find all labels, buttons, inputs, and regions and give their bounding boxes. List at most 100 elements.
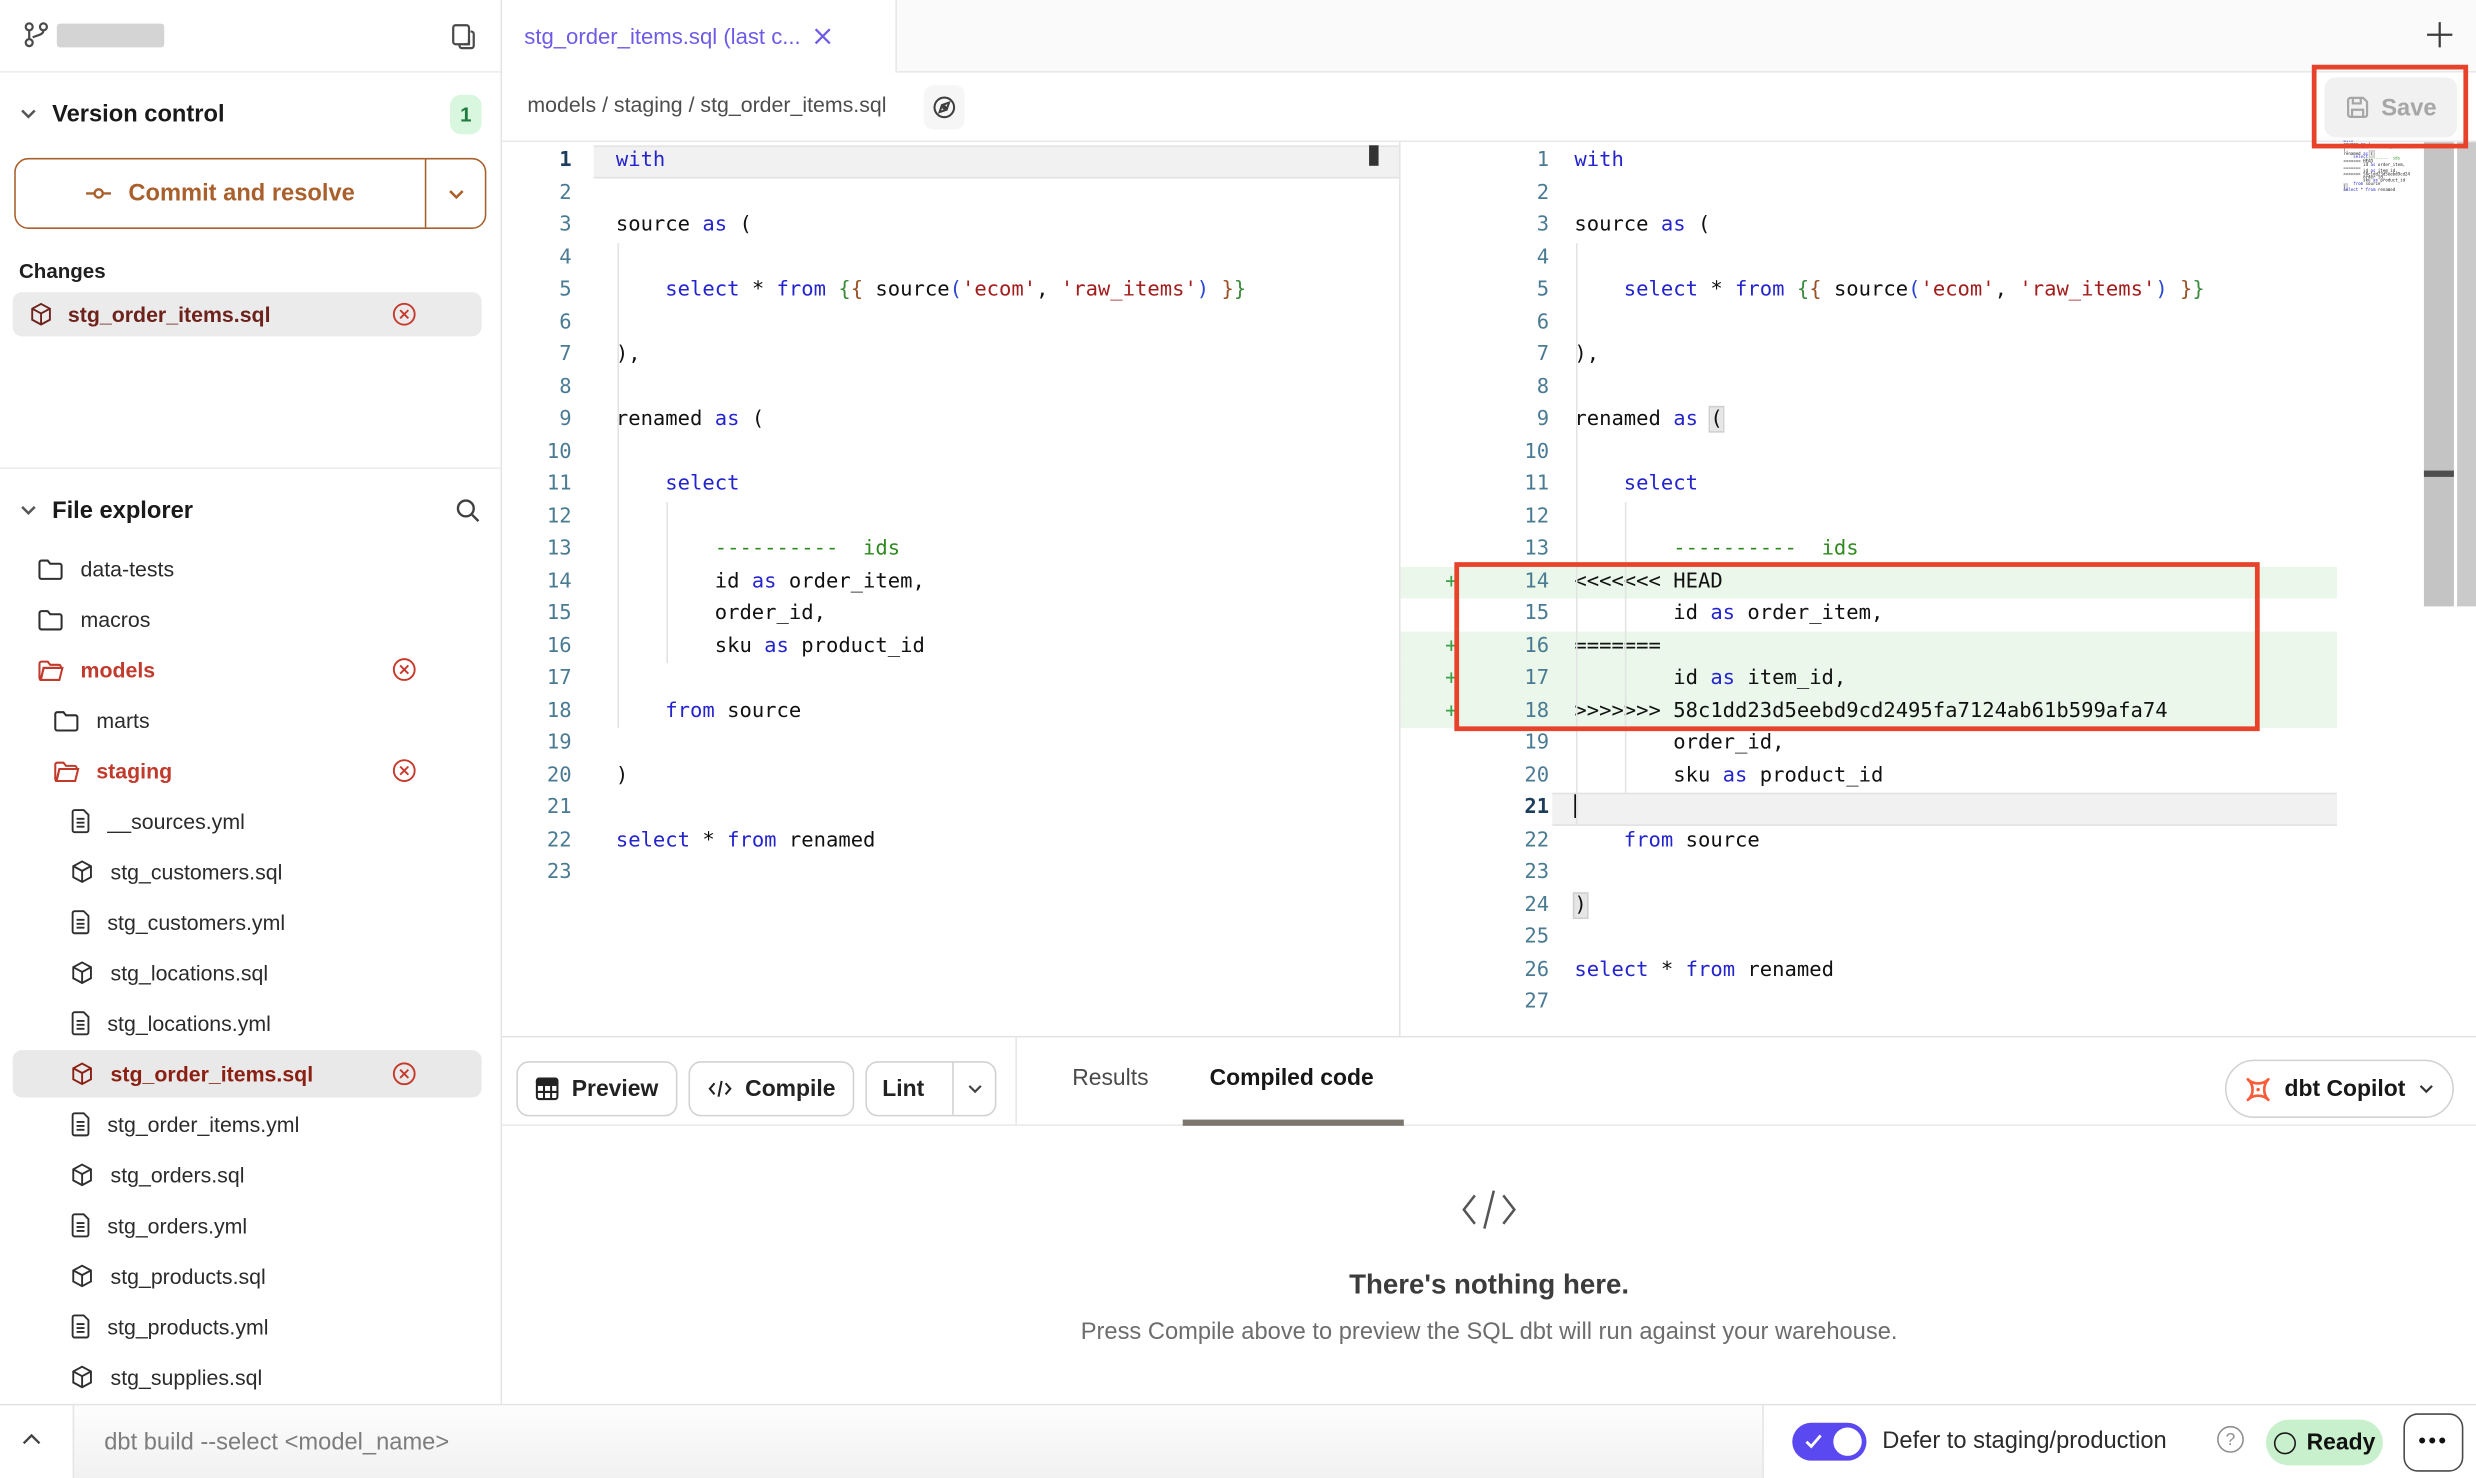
editor-scrollbar-thumb[interactable] [2424,471,2454,477]
commit-options-caret[interactable] [425,159,485,227]
conflict-close-icon[interactable] [392,1061,417,1086]
code-line[interactable]: 8 [502,372,1399,404]
file-item-marts[interactable]: marts [0,695,501,746]
file-item-stg-customers-yml[interactable]: stg_customers.yml [0,897,501,948]
code-line[interactable]: 8 [1401,372,2337,404]
file-item-stg-orders-yml[interactable]: stg_orders.yml [0,1200,501,1251]
code-line[interactable]: 21 [1401,793,2337,825]
code-line[interactable]: 27 [1401,987,2337,1019]
editor-pane-working[interactable]: 1with23source as (45 select * from {{ so… [1401,142,2337,1036]
code-line[interactable]: 22 from source [1401,825,2337,857]
code-line[interactable]: 17 [502,663,1399,695]
file-item-stg-supplies-sql[interactable]: stg_supplies.sql [0,1352,501,1403]
code-line[interactable]: 14 id as order_item, [502,566,1399,598]
file-item-staging[interactable]: staging [0,745,501,796]
code-line[interactable]: 11 select [1401,469,2337,501]
code-line[interactable]: 5 select * from {{ source('ecom', 'raw_i… [1401,275,2337,307]
minimap[interactable]: withsource as ( select * from {{ source(… [2343,141,2409,204]
close-icon[interactable] [813,27,832,46]
command-input[interactable] [101,1405,1529,1478]
code-line[interactable]: 3source as ( [1401,210,2337,242]
window-scrollbar-track[interactable] [2457,142,2476,606]
lint-button[interactable]: Lint [865,1061,996,1116]
file-item-macros[interactable]: macros [0,594,501,645]
file-item-stg-products-sql[interactable]: stg_products.sql [0,1251,501,1302]
code-line[interactable]: 7), [502,340,1399,372]
code-line[interactable]: 10 [502,437,1399,469]
code-line[interactable]: 18 from source [502,696,1399,728]
file-item-stg-order-items-sql[interactable]: stg_order_items.sql [0,1049,501,1100]
file-item-stg-orders-sql[interactable]: stg_orders.sql [0,1150,501,1201]
code-line[interactable]: 9renamed as ( [502,404,1399,436]
code-line[interactable]: 4 [502,242,1399,274]
code-line[interactable]: 13 ---------- ids [1401,534,2337,566]
code-line[interactable]: 3source as ( [502,210,1399,242]
tab-stg-order-items[interactable]: stg_order_items.sql (last c... [502,0,897,73]
code-line[interactable]: 1with [502,145,1399,177]
editor-pane-original[interactable]: 1with23source as (45 select * from {{ so… [502,142,1399,1036]
conflict-close-icon[interactable] [392,657,417,682]
changed-file-row[interactable]: stg_order_items.sql [13,292,482,336]
code-line[interactable]: 24) [1401,890,2337,922]
search-icon[interactable] [455,497,482,524]
preview-button[interactable]: Preview [516,1061,677,1116]
code-line[interactable]: 4 [1401,242,2337,274]
more-options-button[interactable]: ••• [2403,1413,2463,1471]
scrollbar-thumb[interactable] [1369,145,1378,166]
file-item-stg-locations-sql[interactable]: stg_locations.sql [0,947,501,998]
code-line[interactable]: 13 ---------- ids [502,534,1399,566]
copy-icon[interactable] [448,21,478,51]
save-button[interactable]: Save [2324,77,2457,137]
file-item-stg-locations-yml[interactable]: stg_locations.yml [0,998,501,1049]
commit-and-resolve-button[interactable]: Commit and resolve [14,158,486,229]
code-line[interactable]: 23 [1401,857,2337,889]
file-item-data-tests[interactable]: data-tests [0,543,501,594]
file-item-stg-products-yml[interactable]: stg_products.yml [0,1301,501,1352]
code-line[interactable]: 5 select * from {{ source('ecom', 'raw_i… [502,275,1399,307]
help-icon[interactable]: ? [2217,1426,2244,1453]
code-line[interactable]: 22select * from renamed [502,825,1399,857]
code-line[interactable]: +14<<<<<<< HEAD [1401,566,2337,598]
conflict-close-icon[interactable] [392,758,417,783]
code-line[interactable]: 2 [1401,178,2337,210]
code-line[interactable]: 19 [502,728,1399,760]
code-line[interactable]: +18>>>>>>> 58c1dd23d5eebd9cd2495fa7124ab… [1401,696,2337,728]
file-explorer-header[interactable]: File explorer [0,483,501,537]
code-line[interactable]: 11 select [502,469,1399,501]
code-line[interactable]: 7), [1401,340,2337,372]
code-line[interactable]: 19 order_id, [1401,728,2337,760]
version-control-header[interactable]: Version control 1 [0,87,501,141]
code-line[interactable]: 20 sku as product_id [1401,760,2337,792]
code-line[interactable]: 12 [502,501,1399,533]
branch-name-placeholder[interactable] [57,24,164,48]
chevron-up-icon[interactable] [19,1428,44,1453]
defer-toggle[interactable] [1792,1423,1866,1461]
code-line[interactable]: 12 [1401,501,2337,533]
code-line[interactable]: 15 order_id, [502,598,1399,630]
code-line[interactable]: +17 id as item_id, [1401,663,2337,695]
compile-button[interactable]: Compile [688,1061,854,1116]
code-line[interactable]: 16 sku as product_id [502,631,1399,663]
code-line[interactable]: 23 [502,857,1399,889]
lint-options-caret[interactable] [952,1063,995,1115]
code-line[interactable]: 21 [502,793,1399,825]
code-line[interactable]: 9renamed as ( [1401,404,2337,436]
add-tab-button[interactable] [2425,21,2453,49]
code-line[interactable]: 25 [1401,922,2337,954]
code-line[interactable]: 1with [1401,145,2337,177]
file-item--sources-yml[interactable]: __sources.yml [0,796,501,847]
compiled-code-tab[interactable]: Compiled code [1210,1066,1374,1091]
editor-scrollbar-track[interactable] [2424,142,2454,606]
code-line[interactable]: 2 [502,178,1399,210]
code-line[interactable]: +16======= [1401,631,2337,663]
file-item-stg-customers-sql[interactable]: stg_customers.sql [0,846,501,897]
file-item-models[interactable]: models [0,644,501,695]
code-line[interactable]: 15 id as order_item, [1401,598,2337,630]
code-line[interactable]: 26select * from renamed [1401,955,2337,987]
conflict-close-icon[interactable] [392,302,417,327]
code-line[interactable]: 6 [502,307,1399,339]
code-line[interactable]: 10 [1401,437,2337,469]
file-item-stg-order-items-yml[interactable]: stg_order_items.yml [0,1099,501,1150]
lineage-button[interactable] [924,85,965,129]
dbt-copilot-button[interactable]: dbt Copilot [2225,1060,2454,1118]
